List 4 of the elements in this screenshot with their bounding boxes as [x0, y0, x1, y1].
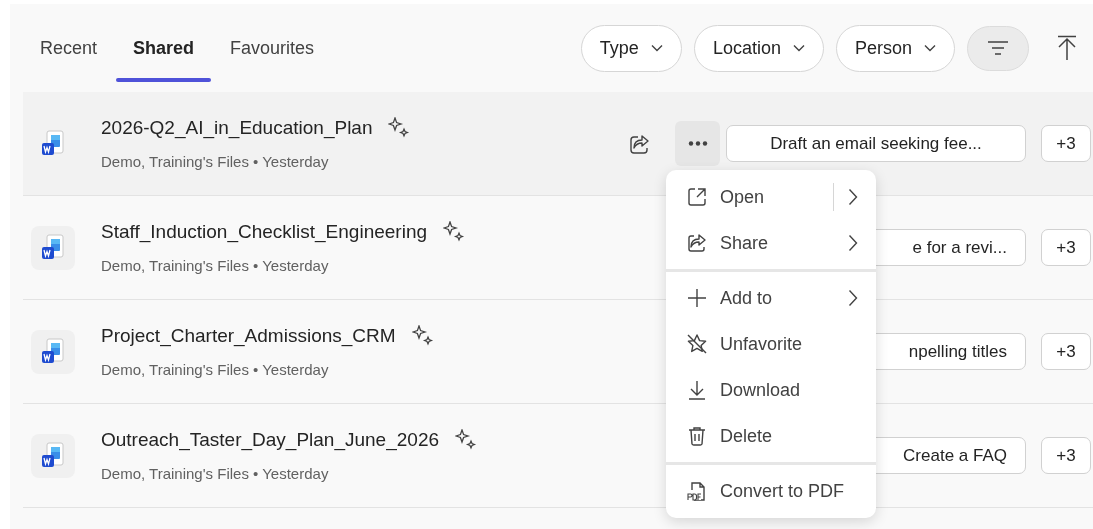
file-meta: Demo, Training's Files • Yesterday — [101, 151, 330, 172]
file-meta: Demo, Training's Files • Yesterday — [101, 255, 330, 276]
file-meta: Demo, Training's Files • Yesterday — [101, 359, 330, 380]
file-meta: Demo, Training's Files • Yesterday — [101, 463, 330, 484]
